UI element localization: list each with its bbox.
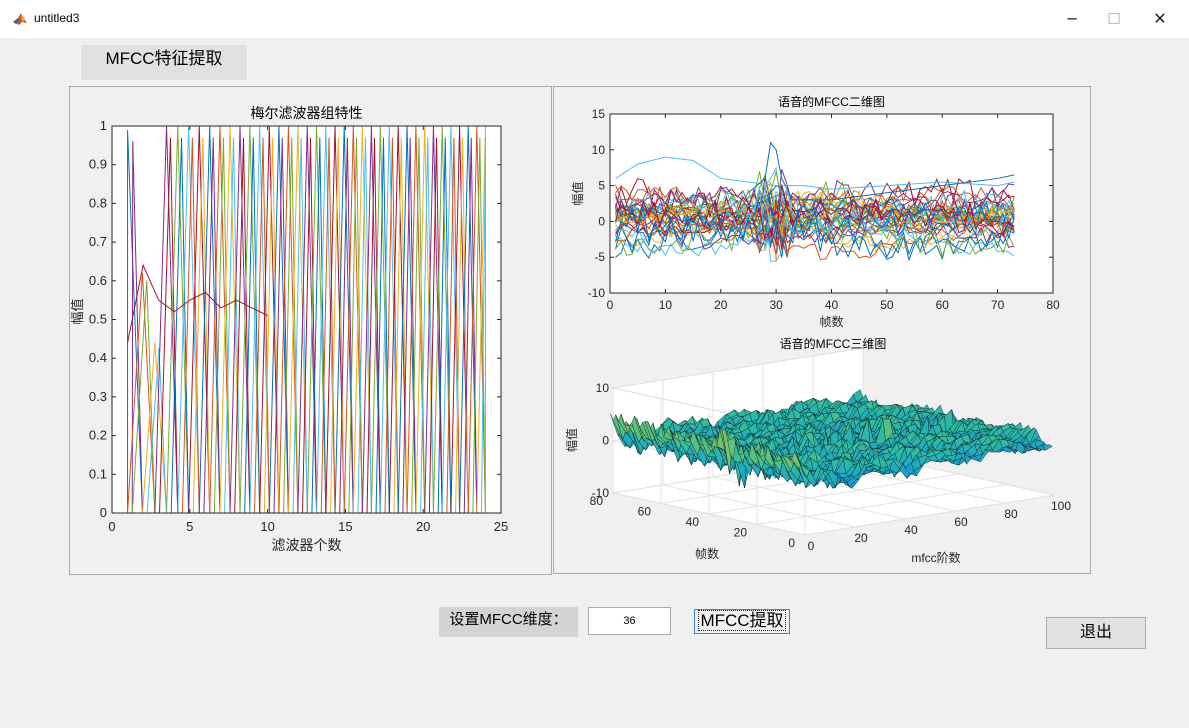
x-tick-label-2: 70: [991, 298, 1005, 312]
x-tick-label-2: 10: [659, 298, 673, 312]
mfcc-dimension-input[interactable]: [588, 607, 671, 635]
x-tick-label-3: 80: [1004, 507, 1018, 521]
chart3-title: 语音的MFCC三维图: [780, 336, 887, 351]
y-tick-label-1: 0.9: [89, 157, 107, 172]
chart3-zlabel: 幅值: [564, 428, 579, 452]
y-tick-label-3: 20: [734, 526, 748, 540]
y-tick-label-3: 40: [686, 515, 700, 529]
y-tick-label-1: 0.1: [89, 466, 107, 481]
z-tick-label-3: -10: [592, 486, 610, 500]
y-tick-label-1: 0: [100, 505, 107, 520]
chart1-title: 梅尔滤波器组特性: [251, 105, 363, 121]
mel-filterbank-chart: 0 5 10 15 20 25 0 0.1 0.2 0.3 0.4 0.5 0.6 0.7 0.8 0.9 1 梅…: [70, 105, 508, 553]
y-tick-label-1: 0.6: [89, 273, 107, 288]
x-tick-label-2: 40: [825, 298, 839, 312]
x-tick-label-2: 0: [607, 298, 614, 312]
chart1-ylabel: 幅值: [70, 298, 85, 324]
app-window: untitled3 ─ ☐ ✕ MFCC特征提取 0 5 10 15 20 25 0 0.1 0…: [0, 0, 1189, 728]
x-tick-label-3: 40: [904, 523, 918, 537]
mfcc-dimension-label: 设置MFCC维度：: [439, 607, 578, 637]
y-tick-label-2: 15: [592, 107, 606, 121]
y-tick-label-2: -5: [594, 250, 605, 264]
y-tick-label-2: 5: [598, 179, 605, 193]
y-tick-label-3: 60: [638, 505, 652, 519]
exit-button[interactable]: 退出: [1046, 617, 1146, 649]
x-tick-label-3: 100: [1051, 499, 1071, 513]
x-tick-label-3: 0: [808, 539, 815, 553]
chart2-ylabel: 幅值: [570, 181, 585, 205]
mfcc-3d-chart: 020406080100020406080-10010语音的MFCC三维图mfc…: [564, 336, 1071, 565]
x-tick-label-1: 20: [416, 519, 430, 534]
mfcc-extract-label: MFCC提取: [698, 610, 786, 631]
x-tick-label-2: 80: [1046, 298, 1060, 312]
y-tick-label-1: 0.8: [89, 195, 107, 210]
x-tick-label-1: 25: [494, 519, 508, 534]
x-tick-label-1: 15: [338, 519, 352, 534]
chart3-ylabel: 帧数: [695, 546, 719, 561]
chart3-xlabel: mfcc阶数: [911, 550, 960, 565]
z-tick-label-3: 10: [596, 381, 610, 395]
chart2-xlabel: 帧数: [819, 314, 843, 329]
mfcc-2d-chart: 0 10 20 30 40 50 60 70 80 -10 -5 0 5 10 15 语音的MFCC二维图帧数…: [570, 94, 1060, 329]
chart1-xlabel: 滤波器个数: [272, 537, 342, 553]
y-tick-label-1: 0.3: [89, 389, 107, 404]
mfcc-extract-button[interactable]: MFCC提取: [694, 609, 790, 634]
y-tick-label-2: 10: [592, 143, 606, 157]
x-tick-label-3: 60: [954, 515, 968, 529]
x-tick-label-2: 20: [714, 298, 728, 312]
x-tick-label-3: 20: [854, 531, 868, 545]
y-tick-label-2: 0: [598, 214, 605, 228]
y-tick-label-1: 0.5: [89, 312, 107, 327]
x-tick-label-2: 30: [769, 298, 783, 312]
z-tick-label-3: 0: [602, 434, 609, 448]
y-tick-label-1: 0.2: [89, 428, 107, 443]
x-tick-label-1: 5: [186, 519, 193, 534]
x-tick-label-2: 50: [880, 298, 894, 312]
x-tick-label-1: 10: [260, 519, 274, 534]
x-tick-label-1: 0: [108, 519, 115, 534]
x-tick-label-2: 60: [936, 298, 950, 312]
y-tick-label-3: 0: [788, 536, 795, 550]
y-tick-label-2: -10: [588, 286, 606, 300]
y-tick-label-1: 0.7: [89, 234, 107, 249]
chart2-title: 语音的MFCC二维图: [778, 94, 885, 109]
y-tick-label-1: 0.4: [89, 350, 107, 365]
y-tick-label-1: 1: [100, 118, 107, 133]
